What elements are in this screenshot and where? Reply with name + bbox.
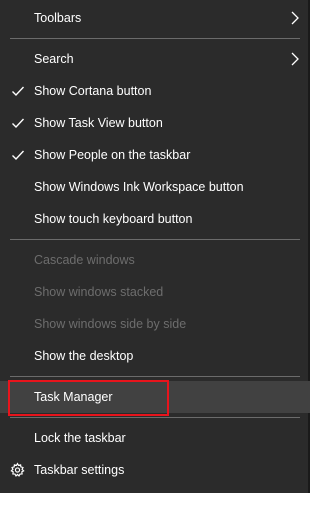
- menu-separator: [10, 376, 300, 377]
- taskbar-context-menu: Toolbars Search Show Cortana button Show…: [0, 0, 310, 493]
- gear-icon: [10, 462, 25, 477]
- menu-item-lock-the-taskbar[interactable]: Lock the taskbar: [0, 422, 310, 454]
- menu-item-label: Show touch keyboard button: [34, 212, 193, 226]
- menu-item-label: Show People on the taskbar: [34, 148, 191, 162]
- menu-item-show-task-view-button[interactable]: Show Task View button: [0, 107, 310, 139]
- menu-item-label: Show windows stacked: [34, 285, 164, 299]
- menu-separator: [10, 239, 300, 240]
- menu-item-label: Show windows side by side: [34, 317, 187, 331]
- red-highlight-annotation: [8, 380, 169, 416]
- menu-item-label: Cascade windows: [34, 253, 135, 267]
- checkmark-icon: [12, 118, 25, 129]
- menu-item-show-windows-stacked: Show windows stacked: [0, 276, 310, 308]
- menu-item-label: Show the desktop: [34, 349, 134, 363]
- menu-item-label: Toolbars: [34, 11, 82, 25]
- menu-item-label: Taskbar settings: [34, 463, 125, 477]
- chevron-right-icon: [291, 11, 299, 25]
- menu-item-show-the-desktop[interactable]: Show the desktop: [0, 340, 310, 372]
- menu-item-taskbar-settings[interactable]: Taskbar settings: [0, 454, 310, 486]
- menu-item-show-cortana-button[interactable]: Show Cortana button: [0, 75, 310, 107]
- checkmark-icon: [12, 150, 25, 161]
- menu-item-show-touch-keyboard-button[interactable]: Show touch keyboard button: [0, 203, 310, 235]
- menu-item-label: Search: [34, 52, 74, 66]
- menu-item-toolbars[interactable]: Toolbars: [0, 2, 310, 34]
- menu-separator: [10, 417, 300, 418]
- chevron-right-icon: [291, 52, 299, 66]
- menu-item-label: Show Task View button: [34, 116, 163, 130]
- checkmark-icon: [12, 86, 25, 97]
- menu-item-label: Show Cortana button: [34, 84, 152, 98]
- menu-item-search[interactable]: Search: [0, 43, 310, 75]
- menu-item-label: Lock the taskbar: [34, 431, 126, 445]
- menu-item-show-people-on-taskbar[interactable]: Show People on the taskbar: [0, 139, 310, 171]
- menu-item-show-windows-side-by-side: Show windows side by side: [0, 308, 310, 340]
- menu-item-show-windows-ink-workspace-button[interactable]: Show Windows Ink Workspace button: [0, 171, 310, 203]
- menu-separator: [10, 38, 300, 39]
- menu-item-label: Show Windows Ink Workspace button: [34, 180, 244, 194]
- menu-item-cascade-windows: Cascade windows: [0, 244, 310, 276]
